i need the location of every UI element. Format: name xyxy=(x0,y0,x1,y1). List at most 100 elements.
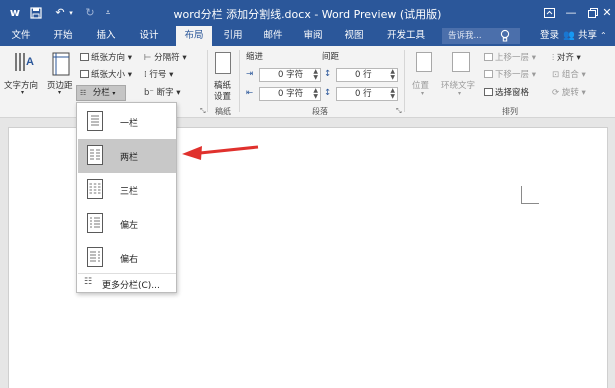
columns-option-two[interactable]: 两栏 xyxy=(78,139,176,173)
spinner-arrows-icon[interactable]: ▲ ▼ xyxy=(313,88,318,100)
paragraph-group-label: 段落 xyxy=(312,107,328,116)
indent-left-icon: ⇥ xyxy=(246,69,254,79)
selection-pane-icon xyxy=(484,88,493,96)
hyphenation-icon: b⁻ xyxy=(144,88,154,98)
size-button[interactable]: 纸张大小 ▾ xyxy=(80,68,132,80)
spinner-arrows-icon[interactable]: ▲ ▼ xyxy=(390,69,395,81)
breaks-button[interactable]: ⊢ 分隔符 ▾ xyxy=(144,51,187,63)
more-columns-label: 更多分栏(C)... xyxy=(102,281,160,291)
indent-right-spinner[interactable]: 0 字符 ▲ ▼ xyxy=(259,87,321,101)
tab-mailings[interactable]: 邮件 xyxy=(256,26,290,46)
tab-home[interactable]: 开始 xyxy=(46,26,80,46)
position-button[interactable]: 位置 ▾ xyxy=(410,49,438,101)
spacing-after-value: 0 行 xyxy=(355,89,372,99)
title-bar: w ↶ ▾ ↻ ⩡ word分栏 添加分割线.docx - Word Previ… xyxy=(0,0,615,26)
share-button[interactable]: 共享 xyxy=(578,26,597,46)
columns-button[interactable]: ☷ 分栏 ▾ xyxy=(76,85,126,101)
chevron-down-icon: ▾ xyxy=(112,90,116,97)
tab-references[interactable]: 引用 xyxy=(216,26,250,46)
chevron-up-icon[interactable]: ⌃ xyxy=(600,26,607,46)
selection-pane-button[interactable]: 选择窗格 xyxy=(484,86,529,98)
margins-button[interactable]: 页边距 ▾ xyxy=(46,49,76,99)
spacing-after-icon: ↕ xyxy=(324,88,332,98)
group-separator xyxy=(207,50,208,112)
rotate-icon: ⟳ xyxy=(552,88,560,98)
orientation-button[interactable]: 纸张方向 ▾ xyxy=(80,51,132,63)
wrap-text-button[interactable]: 环绕文字 ▾ xyxy=(441,49,481,101)
minimize-icon[interactable]: — xyxy=(560,3,582,23)
position-icon xyxy=(416,52,432,72)
rotate-button[interactable]: ⟳ 旋转 ▾ xyxy=(552,86,586,98)
columns-icon: ☷ xyxy=(80,89,87,97)
hyphenation-label: 断字 xyxy=(156,88,174,98)
columns-option-label: 一栏 xyxy=(120,119,139,129)
columns-option-label: 两栏 xyxy=(120,153,139,163)
three-columns-icon xyxy=(87,179,103,199)
chevron-down-icon: ▾ xyxy=(21,89,25,96)
spacing-before-value: 0 行 xyxy=(355,70,372,80)
orientation-icon xyxy=(80,53,89,61)
two-columns-icon xyxy=(87,145,103,165)
ribbon-display-icon[interactable] xyxy=(538,3,560,23)
svg-text:A: A xyxy=(26,56,34,68)
breaks-icon: ⊢ xyxy=(144,53,152,63)
paragraph-corner-mark xyxy=(521,186,539,204)
tab-insert[interactable]: 插入 xyxy=(89,26,123,46)
share-icon[interactable]: 👥 xyxy=(563,26,575,46)
group-objects-button[interactable]: ⊡ 组合 ▾ xyxy=(552,68,586,80)
more-columns-option[interactable]: ☷ 更多分栏(C)... xyxy=(78,273,176,291)
bring-forward-button[interactable]: 上移一层 ▾ xyxy=(484,51,536,63)
lightbulb-icon xyxy=(500,27,510,46)
wrap-text-icon xyxy=(452,52,470,72)
indent-label: 缩进 xyxy=(246,52,264,62)
tab-developer[interactable]: 开发工具 xyxy=(380,26,432,46)
draft-group-label: 稿纸 xyxy=(215,107,231,116)
more-columns-icon: ☷ xyxy=(84,277,93,287)
login-link[interactable]: 登录 xyxy=(540,26,559,46)
text-direction-icon: A xyxy=(15,53,34,71)
indent-left-spinner[interactable]: 0 字符 ▲ ▼ xyxy=(259,68,321,82)
send-backward-button[interactable]: 下移一层 ▾ xyxy=(484,68,536,80)
draft-settings-button[interactable]: 稿纸 设置 xyxy=(209,49,237,102)
window-title: word分栏 添加分割线.docx - Word Preview (试用版) xyxy=(173,8,442,21)
columns-option-three[interactable]: 三栏 xyxy=(78,173,176,207)
columns-option-right[interactable]: 偏右 xyxy=(78,241,176,275)
ribbon-tabs: 文件 开始 插入 设计 布局 引用 邮件 审阅 视图 开发工具 告诉我... 登… xyxy=(0,26,615,46)
tab-file[interactable]: 文件 xyxy=(5,26,37,46)
left-column-icon xyxy=(87,213,103,233)
spacing-label: 间距 xyxy=(322,52,340,62)
bring-forward-label: 上移一层 xyxy=(495,53,530,63)
page-setup-launcher-icon[interactable]: ⤡ xyxy=(200,107,206,116)
group-objects-label: 组合 xyxy=(561,70,579,80)
spacing-before-icon: ↕ xyxy=(324,69,332,79)
align-icon: ⫶ xyxy=(552,53,555,63)
spacing-after-spinner[interactable]: 0 行 ▲ ▼ xyxy=(336,87,398,101)
send-backward-icon xyxy=(484,70,493,78)
close-icon[interactable]: ✕ xyxy=(600,3,614,23)
group-objects-icon: ⊡ xyxy=(552,70,560,80)
spinner-arrows-icon[interactable]: ▲ ▼ xyxy=(390,88,395,100)
tab-design[interactable]: 设计 xyxy=(132,26,166,46)
tab-review[interactable]: 审阅 xyxy=(296,26,330,46)
orientation-label: 纸张方向 xyxy=(91,53,126,63)
line-numbers-label: 行号 xyxy=(149,70,167,80)
right-column-icon xyxy=(87,247,103,267)
draft-label-line2: 设置 xyxy=(214,92,232,102)
indent-right-icon: ⇤ xyxy=(246,88,254,98)
tab-view[interactable]: 视图 xyxy=(337,26,371,46)
line-numbers-button[interactable]: ⁞ 行号 ▾ xyxy=(144,68,173,80)
draft-paper-icon xyxy=(215,52,231,74)
margins-icon xyxy=(52,52,70,76)
columns-option-left[interactable]: 偏左 xyxy=(78,207,176,241)
spinner-arrows-icon[interactable]: ▲ ▼ xyxy=(313,69,318,81)
spacing-before-spinner[interactable]: 0 行 ▲ ▼ xyxy=(336,68,398,82)
text-direction-button[interactable]: A 文字方向 ▾ xyxy=(4,49,44,99)
align-button[interactable]: ⫶ 对齐 ▾ xyxy=(552,51,581,63)
columns-option-one[interactable]: 一栏 xyxy=(78,105,176,139)
tab-layout[interactable]: 布局 xyxy=(176,26,212,46)
hyphenation-button[interactable]: b⁻ 断字 ▾ xyxy=(144,86,181,98)
columns-dropdown: 一栏 两栏 三栏 偏左 偏右 ☷ 更多分栏(C)... xyxy=(76,102,177,293)
arrange-group-label: 排列 xyxy=(502,107,518,116)
paragraph-launcher-icon[interactable]: ⤡ xyxy=(396,107,402,116)
group-separator xyxy=(239,50,240,112)
